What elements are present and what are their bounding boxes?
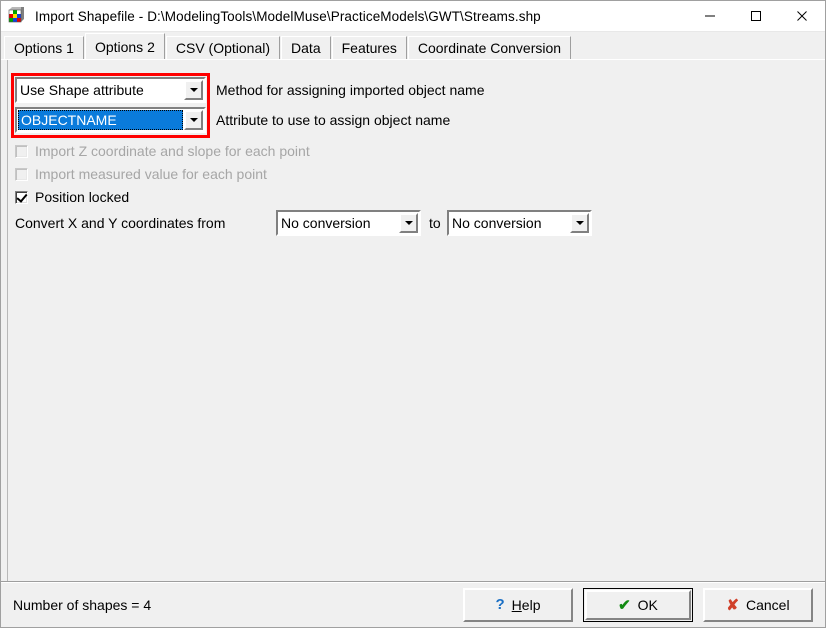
tab-label: Data <box>291 40 321 56</box>
window-controls <box>687 1 825 31</box>
tab-label: CSV (Optional) <box>175 40 271 56</box>
chevron-down-icon[interactable] <box>184 110 203 130</box>
method-combo[interactable]: Use Shape attribute <box>15 77 206 103</box>
minimize-icon[interactable] <box>687 1 733 31</box>
checkbox-import-z-coordinate: Import Z coordinate and slope for each p… <box>15 143 310 159</box>
convert-to-label: to <box>429 215 441 231</box>
tab-features[interactable]: Features <box>331 36 407 59</box>
convert-to-combo[interactable]: No conversion <box>447 210 592 236</box>
attribute-combo[interactable]: OBJECTNAME <box>15 107 206 133</box>
cross-mark-icon: ✘ <box>726 596 739 614</box>
window-title: Import Shapefile - D:\ModelingTools\Mode… <box>35 8 541 24</box>
tab-label: Coordinate Conversion <box>417 40 562 56</box>
options-2-page: Use Shape attribute Method for assigning… <box>1 59 825 581</box>
page-left-divider <box>7 60 8 581</box>
check-mark-icon: ✔ <box>618 596 631 614</box>
chevron-down-icon[interactable] <box>184 80 203 100</box>
help-button[interactable]: ? Help <box>463 587 573 622</box>
checkbox-label: Import Z coordinate and slope for each p… <box>35 143 310 159</box>
tab-label: Options 1 <box>14 40 74 56</box>
cancel-button-label: Cancel <box>745 596 790 613</box>
convert-from-value: No conversion <box>278 212 399 234</box>
ok-button[interactable]: ✔ OK <box>583 587 693 622</box>
tab-label: Options 2 <box>94 38 155 55</box>
convert-to-value: No conversion <box>449 212 570 234</box>
tab-label: Features <box>341 40 397 56</box>
attribute-combo-value: OBJECTNAME <box>18 110 183 130</box>
attribute-combo-label: Attribute to use to assign object name <box>216 112 451 128</box>
tab-csv-optional[interactable]: CSV (Optional) <box>165 36 281 59</box>
tab-coordinate-conversion[interactable]: Coordinate Conversion <box>407 36 572 59</box>
method-combo-value: Use Shape attribute <box>17 79 184 101</box>
help-button-label: Help <box>511 596 541 613</box>
cancel-button[interactable]: ✘ Cancel <box>703 587 813 622</box>
convert-coordinates-label: Convert X and Y coordinates from <box>15 215 226 231</box>
shape-count-status: Number of shapes = 4 <box>13 596 152 613</box>
checkbox-box <box>15 167 28 181</box>
maximize-icon[interactable] <box>733 1 779 31</box>
checkbox-position-locked[interactable]: Position locked <box>15 189 129 205</box>
checkbox-label: Position locked <box>35 189 130 205</box>
checkbox-box <box>15 144 28 158</box>
title-bar: Import Shapefile - D:\ModelingTools\Mode… <box>1 1 825 32</box>
dialog-footer: Number of shapes = 4 ? Help ✔ OK ✘ Cance… <box>1 581 825 627</box>
convert-from-combo[interactable]: No conversion <box>276 210 421 236</box>
close-icon[interactable] <box>779 1 825 31</box>
checkbox-label: Import measured value for each point <box>35 166 267 182</box>
checkbox-import-measured-value: Import measured value for each point <box>15 166 267 182</box>
ok-button-label: OK <box>637 596 658 613</box>
tab-options-1[interactable]: Options 1 <box>4 36 84 59</box>
checkbox-box[interactable] <box>15 190 28 204</box>
tab-data[interactable]: Data <box>281 36 331 59</box>
tab-strip: Options 1 Options 2 CSV (Optional) Data … <box>1 32 825 59</box>
chevron-down-icon[interactable] <box>399 213 418 233</box>
method-combo-label: Method for assigning imported object nam… <box>216 82 485 98</box>
tab-options-2[interactable]: Options 2 <box>84 33 165 59</box>
question-mark-icon: ? <box>495 596 505 613</box>
import-shapefile-dialog: Import Shapefile - D:\ModelingTools\Mode… <box>0 0 826 628</box>
chevron-down-icon[interactable] <box>570 213 589 233</box>
modelmuse-grid-icon <box>8 7 26 25</box>
